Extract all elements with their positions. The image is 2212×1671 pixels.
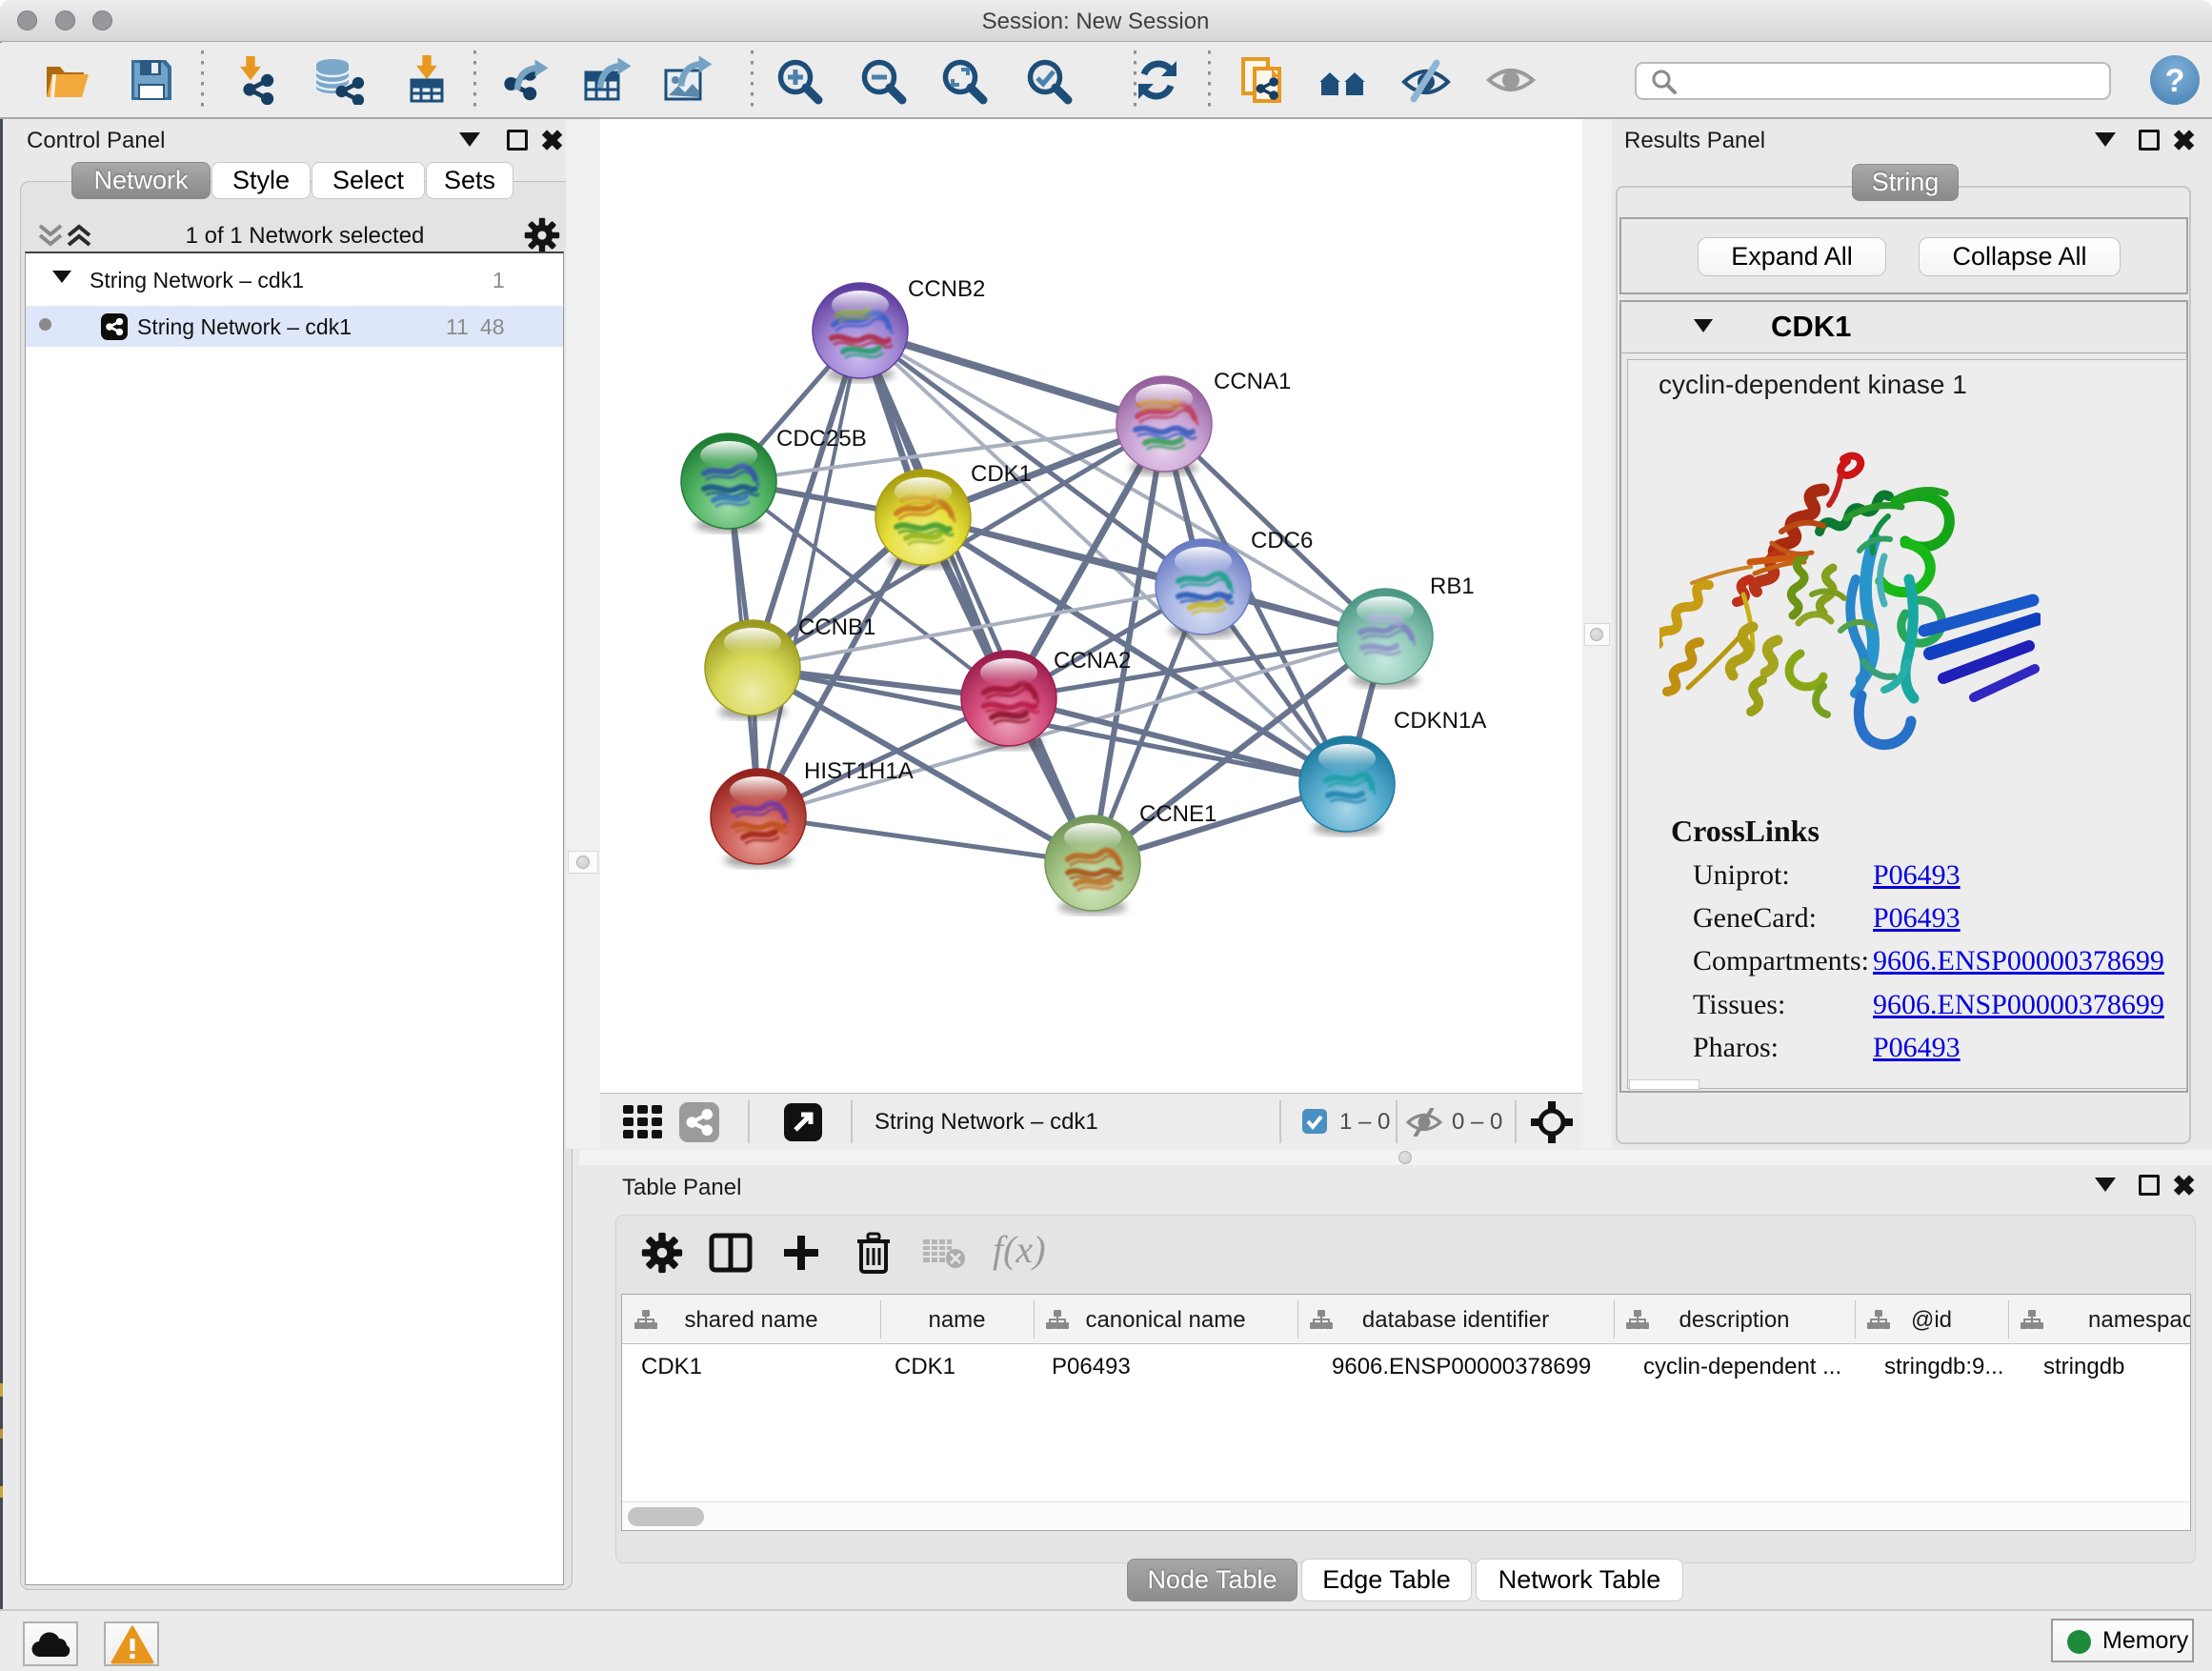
svg-text:CCNE1: CCNE1	[1139, 801, 1217, 827]
svg-text:CDC6: CDC6	[1251, 528, 1313, 554]
svg-text:CCNA2: CCNA2	[1054, 648, 1131, 674]
svg-text:CCNA1: CCNA1	[1214, 369, 1291, 394]
svg-text:CDKN1A: CDKN1A	[1394, 708, 1486, 734]
svg-text:RB1: RB1	[1430, 574, 1475, 599]
svg-text:HIST1H1A: HIST1H1A	[804, 758, 914, 784]
svg-text:CDC25B: CDC25B	[776, 426, 867, 452]
svg-text:CCNB2: CCNB2	[908, 276, 985, 302]
svg-text:CCNB1: CCNB1	[798, 614, 875, 640]
svg-text:?: ?	[2165, 63, 2185, 99]
svg-text:CDK1: CDK1	[971, 461, 1032, 487]
